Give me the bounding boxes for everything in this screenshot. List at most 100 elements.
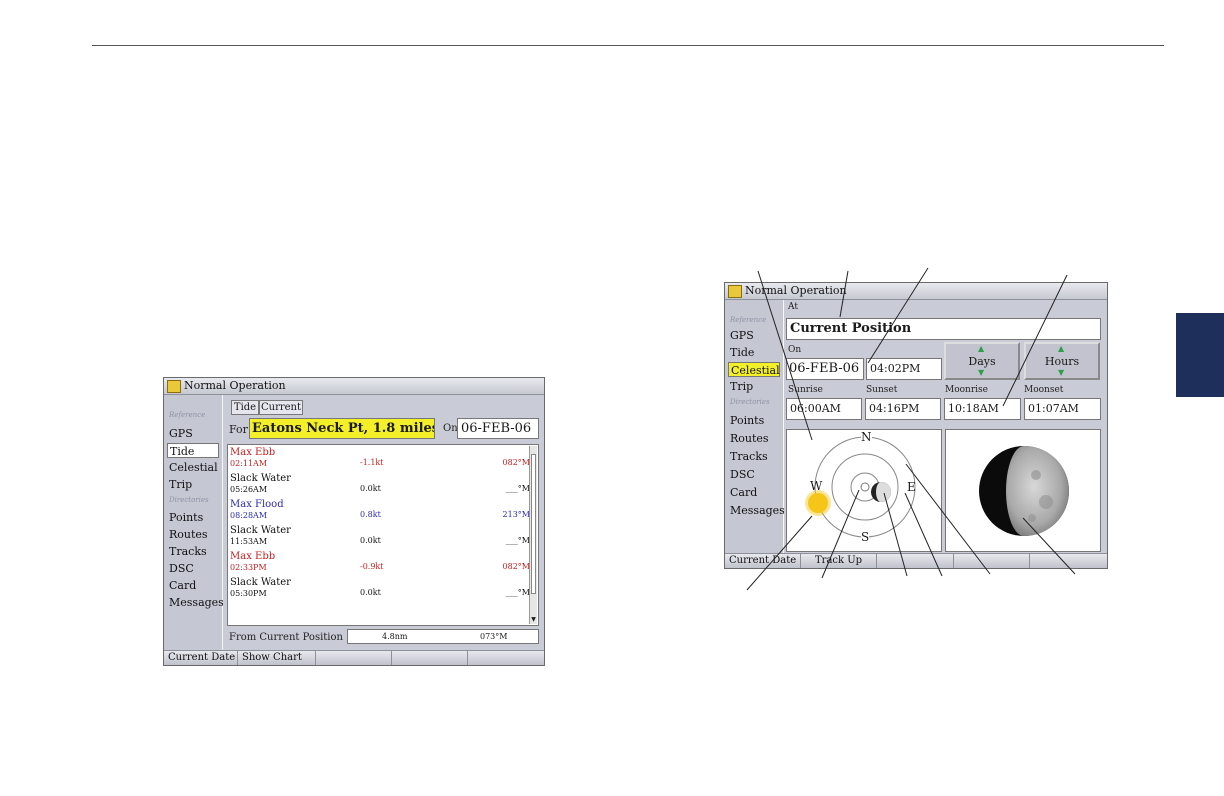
row-name: Max Flood xyxy=(230,499,284,510)
empty-softkey[interactable] xyxy=(877,554,954,568)
moonrise-field: 10:18AM xyxy=(944,398,1021,420)
empty-softkey[interactable] xyxy=(468,651,544,665)
scrollbar-thumb[interactable] xyxy=(531,454,536,594)
empty-softkey[interactable] xyxy=(954,554,1030,568)
empty-softkey[interactable] xyxy=(392,651,468,665)
down-arrow-icon: ▼ xyxy=(1058,368,1065,377)
row-time: 05:26AM xyxy=(230,485,268,494)
sidebar-item-points[interactable]: Points xyxy=(167,510,219,525)
row-speed: 0.8kt xyxy=(360,510,381,519)
hours-label: Hours xyxy=(1044,355,1080,368)
row-time: 08:28AM xyxy=(230,511,268,520)
sidebar-item-card[interactable]: Card xyxy=(728,485,780,500)
location-field[interactable]: Eatons Neck Pt, 1.8 miles we xyxy=(249,418,435,439)
down-arrow-icon: ▼ xyxy=(978,368,985,377)
scrollbar[interactable]: ▼ xyxy=(529,446,537,624)
track-up-softkey[interactable]: Track Up xyxy=(801,554,877,568)
row-speed: 0.0kt xyxy=(360,588,381,597)
sidebar-item-card[interactable]: Card xyxy=(167,578,219,593)
list-item[interactable]: Max Ebb 02:33PM -0.9kt 082°M xyxy=(230,551,530,577)
tab-tide[interactable]: Tide xyxy=(231,400,259,415)
sidebar-item-trip[interactable]: Trip xyxy=(167,477,219,492)
sidebar-item-tracks[interactable]: Tracks xyxy=(728,449,780,464)
sidebar-item-tide[interactable]: Tide xyxy=(167,443,219,458)
sidebar-item-gps[interactable]: GPS xyxy=(167,426,219,441)
folder-icon xyxy=(728,285,742,298)
hours-button[interactable]: ▲ Hours ▼ xyxy=(1024,342,1100,380)
time-field[interactable]: 04:02PM xyxy=(866,358,942,380)
list-item[interactable]: Slack Water 05:30PM 0.0kt ___°M xyxy=(230,577,530,603)
sidebar-item-celestial[interactable]: Celestial xyxy=(167,460,219,475)
sunrise-field: 06:00AM xyxy=(786,398,862,420)
sidebar-item-tracks[interactable]: Tracks xyxy=(167,544,219,559)
tide-list[interactable]: Max Ebb 02:11AM -1.1kt 082°M Slack Water… xyxy=(227,444,539,626)
sidebar-heading-reference: Reference xyxy=(730,316,767,324)
sunset-label: Sunset xyxy=(866,385,898,395)
sidebar-item-dsc[interactable]: DSC xyxy=(728,467,780,482)
from-distance: 4.8nm xyxy=(382,632,408,641)
sidebar-item-celestial[interactable]: Celestial xyxy=(728,362,780,377)
moon-phase-view xyxy=(945,429,1101,552)
celestial-screen: Normal Operation Reference GPS Tide Cele… xyxy=(724,282,1108,569)
sunrise-label: Sunrise xyxy=(788,385,823,395)
moon-crater xyxy=(1039,495,1053,509)
sidebar-item-routes[interactable]: Routes xyxy=(728,431,780,446)
row-time: 05:30PM xyxy=(230,589,267,598)
sidebar-item-messages[interactable]: Messages xyxy=(728,503,785,518)
sidebar-item-dsc[interactable]: DSC xyxy=(167,561,219,576)
position-field[interactable]: Current Position xyxy=(786,318,1101,340)
moon-crater xyxy=(1028,514,1036,522)
row-speed: 0.0kt xyxy=(360,536,381,545)
list-item[interactable]: Max Ebb 02:11AM -1.1kt 082°M xyxy=(230,447,530,473)
row-direction: 213°M xyxy=(502,510,530,519)
moon-crater xyxy=(1031,470,1041,480)
row-name: Slack Water xyxy=(230,525,291,536)
softkey-bar: Current Date Show Chart xyxy=(164,650,544,665)
days-label: Days xyxy=(968,355,996,368)
up-arrow-icon: ▲ xyxy=(1058,344,1065,353)
row-speed: 0.0kt xyxy=(360,484,381,493)
tide-screen: Normal Operation Reference GPS Tide Cele… xyxy=(163,377,545,666)
moon-marker-lit xyxy=(876,482,891,502)
sidebar-item-routes[interactable]: Routes xyxy=(167,527,219,542)
up-arrow-icon: ▲ xyxy=(978,344,985,353)
sky-view[interactable]: N S E W xyxy=(786,429,942,552)
softkey-bar: Current Date Track Up xyxy=(725,553,1107,568)
date-field[interactable]: 06-FEB-06 xyxy=(457,418,539,439)
date-field[interactable]: 06-FEB-06 xyxy=(786,358,864,380)
tide-main: Tide Current For Eatons Neck Pt, 1.8 mil… xyxy=(223,395,544,650)
moonset-field: 01:07AM xyxy=(1024,398,1101,420)
tab-current[interactable]: Current xyxy=(259,400,303,415)
sidebar-item-trip[interactable]: Trip xyxy=(728,379,780,394)
empty-softkey[interactable] xyxy=(316,651,392,665)
chapter-tab-marker xyxy=(1176,313,1224,397)
from-bearing: 073°M xyxy=(480,632,508,641)
row-speed: -1.1kt xyxy=(360,458,384,467)
row-time: 02:33PM xyxy=(230,563,267,572)
current-date-softkey[interactable]: Current Date xyxy=(164,651,238,665)
list-item[interactable]: Slack Water 05:26AM 0.0kt ___°M xyxy=(230,473,530,499)
row-name: Max Ebb xyxy=(230,447,276,458)
list-item[interactable]: Max Flood 08:28AM 0.8kt 213°M xyxy=(230,499,530,525)
show-chart-softkey[interactable]: Show Chart xyxy=(238,651,316,665)
folder-icon xyxy=(167,380,181,393)
scroll-down-arrow-icon[interactable]: ▼ xyxy=(530,616,537,624)
days-button[interactable]: ▲ Days ▼ xyxy=(944,342,1020,380)
sidebar-item-messages[interactable]: Messages xyxy=(167,595,224,610)
sun-icon xyxy=(808,493,828,513)
row-direction: 082°M xyxy=(502,562,530,571)
current-date-softkey[interactable]: Current Date xyxy=(725,554,801,568)
list-item[interactable]: Slack Water 11:53AM 0.0kt ___°M xyxy=(230,525,530,551)
compass-north: N xyxy=(861,430,872,444)
at-label: At xyxy=(788,302,798,312)
window-title: Normal Operation xyxy=(745,284,847,297)
sidebar-item-points[interactable]: Points xyxy=(728,413,780,428)
sidebar-item-tide[interactable]: Tide xyxy=(728,345,780,360)
row-time: 02:11AM xyxy=(230,459,268,468)
empty-softkey[interactable] xyxy=(1030,554,1107,568)
compass-east: E xyxy=(907,480,916,494)
moon-phase-icon xyxy=(979,446,1069,536)
moonrise-label: Moonrise xyxy=(945,385,988,395)
sidebar-item-gps[interactable]: GPS xyxy=(728,328,780,343)
header-rule xyxy=(92,45,1164,46)
